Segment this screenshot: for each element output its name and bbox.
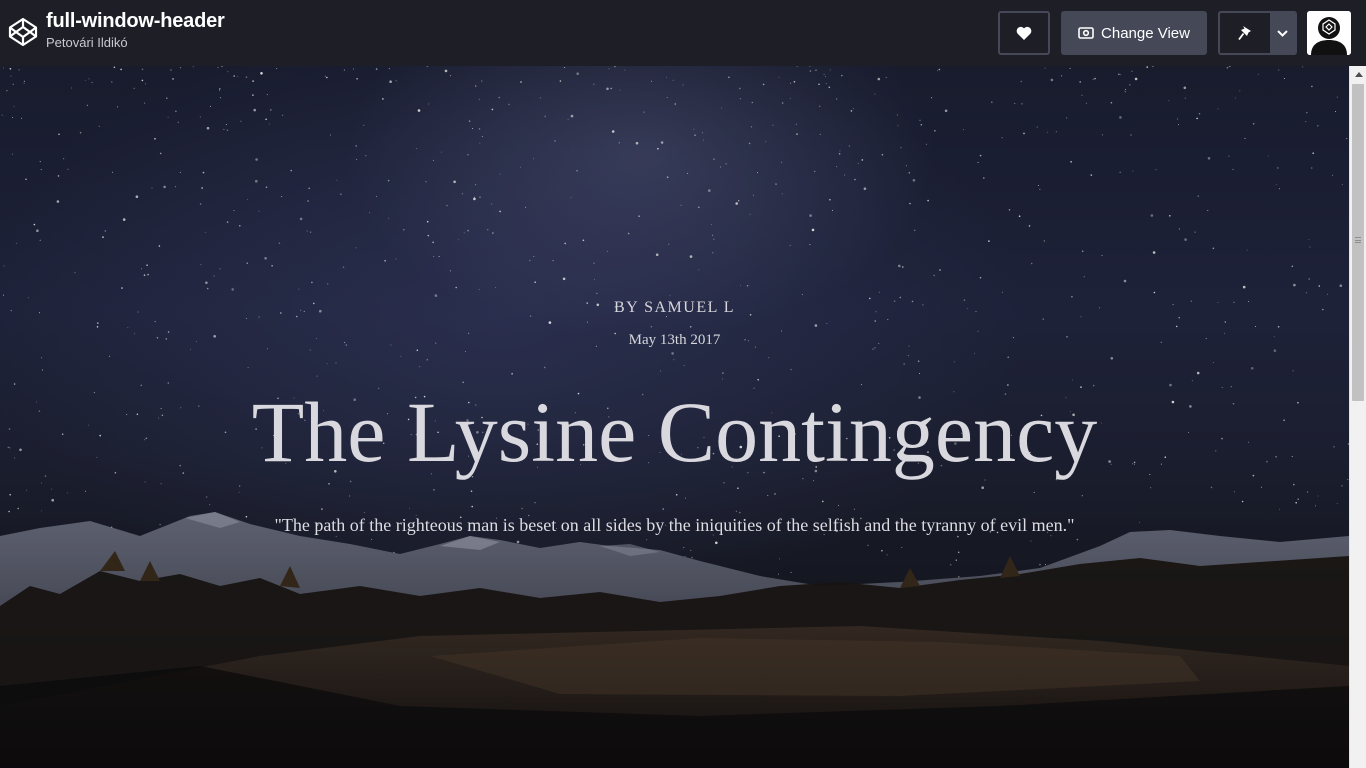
change-view-button[interactable]: Change View — [1061, 11, 1207, 55]
page-title: The Lysine Contingency — [251, 384, 1098, 480]
codepen-logo-icon[interactable] — [7, 16, 39, 48]
user-avatar[interactable] — [1307, 11, 1351, 55]
top-bar: full-window-header Petovári Ildikó Chang… — [0, 0, 1366, 66]
pin-button[interactable] — [1220, 13, 1270, 53]
scroll-thumb[interactable] — [1352, 84, 1364, 401]
pin-icon — [1238, 26, 1251, 41]
grip-icon — [1355, 237, 1361, 243]
pin-dropdown-button[interactable] — [1270, 13, 1295, 53]
scroll-up-button[interactable] — [1350, 66, 1366, 83]
pin-button-group — [1218, 11, 1297, 55]
pen-title[interactable]: full-window-header — [46, 9, 225, 33]
hero-header: BY SAMUEL L May 13th 2017 The Lysine Con… — [0, 66, 1349, 768]
user-avatar-icon — [1307, 11, 1351, 55]
publish-date: May 13th 2017 — [628, 332, 721, 348]
arrow-up-icon — [1354, 72, 1363, 77]
pen-preview: BY SAMUEL L May 13th 2017 The Lysine Con… — [0, 66, 1349, 768]
eye-icon — [1078, 27, 1094, 39]
byline: BY SAMUEL L — [613, 299, 736, 316]
pen-author[interactable]: Petovári Ildikó — [46, 34, 225, 52]
change-view-label: Change View — [1101, 24, 1190, 42]
chevron-down-icon — [1277, 29, 1288, 37]
quote-text: "The path of the righteous man is beset … — [274, 515, 1075, 535]
like-button[interactable] — [998, 11, 1050, 55]
pen-info: full-window-header Petovári Ildikó — [46, 9, 225, 52]
vertical-scrollbar[interactable] — [1349, 66, 1366, 768]
heart-icon — [1016, 26, 1032, 40]
